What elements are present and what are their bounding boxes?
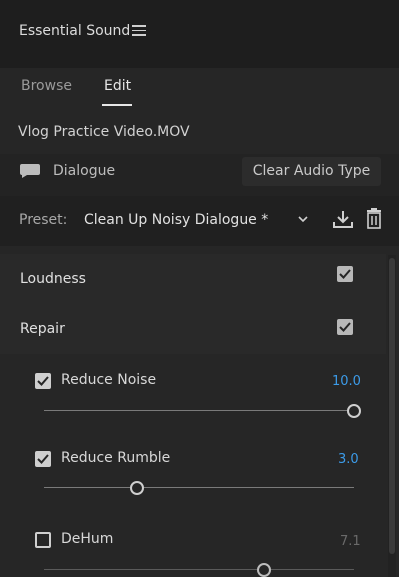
- tab-edit[interactable]: Edit: [104, 78, 131, 94]
- repair-checkbox[interactable]: [337, 319, 353, 335]
- reduce-noise-label: Reduce Noise: [61, 372, 157, 388]
- loudness-checkbox[interactable]: [337, 266, 353, 282]
- reduce-rumble-slider-track[interactable]: [44, 487, 354, 488]
- reduce-rumble-checkbox[interactable]: [35, 451, 51, 467]
- dehum-slider-knob[interactable]: [257, 563, 272, 577]
- clear-audio-type-button[interactable]: Clear Audio Type: [242, 157, 381, 186]
- clip-name: Vlog Practice Video.MOV: [18, 124, 190, 140]
- preset-label: Preset:: [19, 212, 68, 228]
- clip-name-row: Vlog Practice Video.MOV: [0, 114, 399, 154]
- panel-title: Essential Sound: [19, 23, 131, 39]
- dehum-checkbox[interactable]: [35, 532, 51, 548]
- chevron-down-icon[interactable]: [296, 212, 310, 226]
- reduce-noise-slider-track[interactable]: [44, 410, 354, 411]
- tab-browse[interactable]: Browse: [21, 78, 72, 94]
- reduce-noise-value[interactable]: 10.0: [332, 374, 361, 389]
- speech-bubble-icon: [20, 164, 40, 178]
- reduce-rumble-value[interactable]: 3.0: [338, 452, 359, 467]
- reduce-rumble-label: Reduce Rumble: [61, 450, 171, 466]
- dehum-label: DeHum: [61, 531, 114, 547]
- reduce-rumble-slider-knob[interactable]: [130, 481, 144, 495]
- panel-header: Essential Sound: [0, 0, 399, 68]
- reduce-noise-slider-knob[interactable]: [347, 404, 361, 418]
- tab-bar: Browse Edit: [0, 68, 399, 114]
- repair-label: Repair: [20, 321, 65, 337]
- hamburger-menu-icon[interactable]: [132, 22, 146, 36]
- dehum-slider-track[interactable]: [44, 569, 354, 570]
- trash-icon[interactable]: [365, 207, 383, 229]
- dehum-value[interactable]: 7.1: [340, 534, 361, 549]
- active-tab-indicator: [102, 104, 132, 106]
- reduce-noise-checkbox[interactable]: [35, 373, 51, 389]
- save-preset-icon[interactable]: [332, 209, 354, 229]
- loudness-label: Loudness: [20, 271, 86, 287]
- scrollbar-thumb[interactable]: [389, 258, 395, 554]
- audio-type-label: Dialogue: [53, 163, 116, 179]
- preset-dropdown[interactable]: Clean Up Noisy Dialogue *: [84, 212, 268, 228]
